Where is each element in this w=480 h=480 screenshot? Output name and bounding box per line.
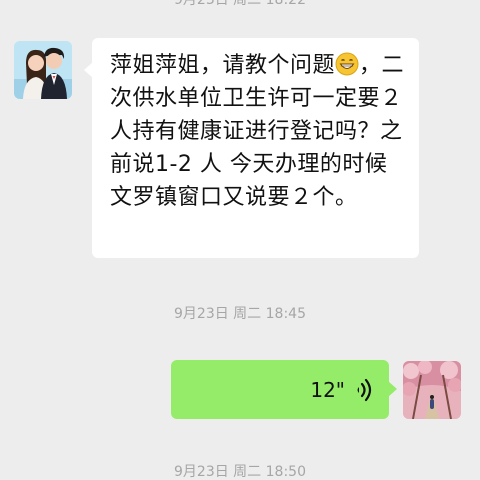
timestamp-bottom: 9月23日 周二 18:50 [174, 464, 306, 480]
my-avatar[interactable] [403, 361, 461, 419]
voice-duration: 12" [310, 378, 345, 402]
incoming-message-text: 萍姐萍姐，请教个问题 ，二次供水单位卫生许可一定要２人持有健康证进行登记吗？之前… [110, 49, 409, 214]
timestamp-middle: 9月23日 周二 18:45 [174, 306, 306, 322]
incoming-message-bubble[interactable]: 萍姐萍姐，请教个问题 ，二次供水单位卫生许可一定要２人持有健康证进行登记吗？之前… [84, 38, 419, 258]
couple-avatar-icon [14, 41, 72, 99]
grinning-face-emoji-icon [335, 52, 359, 76]
contact-avatar[interactable] [14, 41, 72, 99]
chat-window: 9月23日 周二 18:22 萍姐萍姐，请教个问题 ，二次供水单位卫生许可一定要… [0, 0, 480, 480]
outgoing-voice-message[interactable]: 12" [171, 360, 397, 419]
cherry-blossom-avatar-icon [403, 361, 461, 419]
message-text-part-1: 萍姐萍姐，请教个问题 [110, 53, 336, 78]
voice-wave-icon [353, 377, 375, 403]
timestamp-top: 9月23日 周二 18:22 [174, 0, 306, 8]
